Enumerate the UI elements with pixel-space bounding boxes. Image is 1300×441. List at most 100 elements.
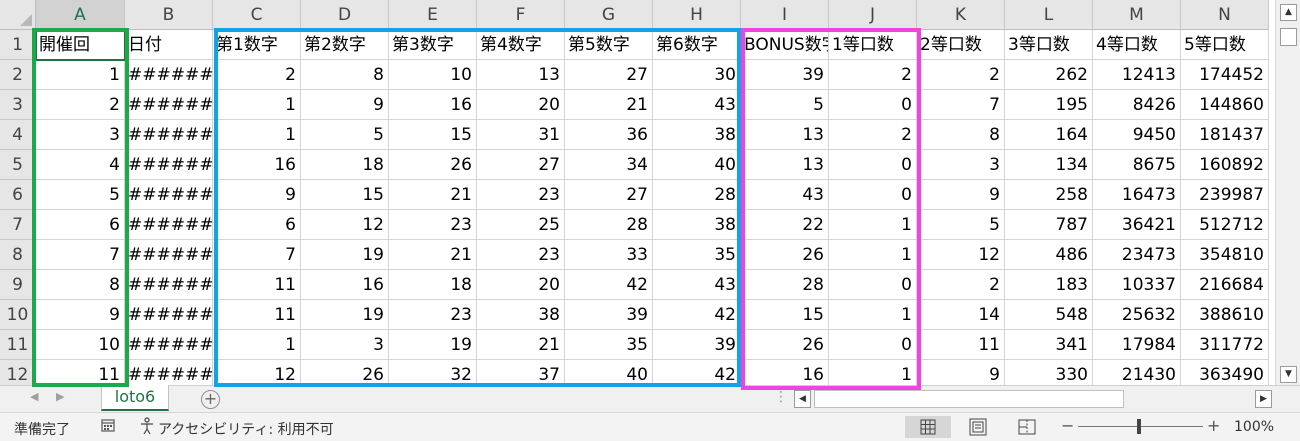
zoom-out-button[interactable]: − [1061,416,1074,435]
data-cell-n[interactable]: 354810 [1181,240,1269,270]
data-cell-m[interactable]: 12413 [1093,60,1181,90]
data-cell-b[interactable]: ######## [125,120,213,150]
column-header-e[interactable]: E [389,0,477,30]
select-all-corner[interactable] [0,0,36,30]
data-cell-j[interactable]: 0 [829,180,917,210]
split-handle-icon[interactable]: ⋮ [774,389,788,405]
data-cell-a[interactable]: 8 [36,270,125,300]
data-cell-e[interactable]: 10 [389,60,477,90]
data-cell-k[interactable]: 5 [917,210,1005,240]
data-cell-i[interactable]: 26 [741,240,829,270]
data-cell-i[interactable]: 16 [741,360,829,385]
zoom-level-text[interactable]: 100% [1234,419,1274,435]
data-cell-c[interactable]: 2 [213,60,301,90]
data-cell-g[interactable]: 33 [565,240,653,270]
data-cell-j[interactable]: 1 [829,240,917,270]
data-cell-k[interactable]: 11 [917,330,1005,360]
vertical-scroll-thumb[interactable] [1280,28,1297,46]
data-cell-m[interactable]: 8426 [1093,90,1181,120]
column-header-m[interactable]: M [1093,0,1181,30]
scroll-up-button[interactable]: ▲ [1280,4,1297,21]
data-cell-e[interactable]: 19 [389,330,477,360]
data-cell-c[interactable]: 9 [213,180,301,210]
data-cell-e[interactable]: 21 [389,180,477,210]
data-cell-m[interactable]: 21430 [1093,360,1181,385]
data-cell-c[interactable]: 11 [213,270,301,300]
scroll-left-button[interactable]: ◀ [794,390,811,408]
data-cell-d[interactable]: 3 [301,330,389,360]
data-cell-f[interactable]: 27 [477,150,565,180]
data-cell-h[interactable]: 35 [653,240,741,270]
data-cell-m[interactable]: 25632 [1093,300,1181,330]
data-cell-f[interactable]: 37 [477,360,565,385]
row-header[interactable]: 1 [0,30,36,60]
row-header[interactable]: 8 [0,240,36,270]
data-cell-a[interactable]: 4 [36,150,125,180]
column-header-n[interactable]: N [1181,0,1269,30]
data-cell-g[interactable]: 28 [565,210,653,240]
data-cell-m[interactable]: 23473 [1093,240,1181,270]
data-cell-h[interactable]: 39 [653,330,741,360]
scroll-right-button[interactable]: ▶ [1255,390,1272,408]
data-cell-i[interactable]: 26 [741,330,829,360]
data-cell-a[interactable]: 5 [36,180,125,210]
data-cell-b[interactable]: ######## [125,330,213,360]
data-cell-l[interactable]: 341 [1005,330,1093,360]
data-cell-h[interactable]: 40 [653,150,741,180]
macro-record-icon[interactable] [101,418,115,432]
data-cell-l[interactable]: 164 [1005,120,1093,150]
data-cell-l[interactable]: 787 [1005,210,1093,240]
row-header[interactable]: 5 [0,150,36,180]
data-cell-d[interactable]: 12 [301,210,389,240]
data-cell-a[interactable]: 7 [36,240,125,270]
header-cell-c[interactable]: 第1数字 [213,30,301,60]
data-cell-k[interactable]: 2 [917,60,1005,90]
column-header-k[interactable]: K [917,0,1005,30]
data-cell-j[interactable]: 1 [829,210,917,240]
data-cell-e[interactable]: 18 [389,270,477,300]
data-cell-c[interactable]: 1 [213,330,301,360]
accessibility-icon[interactable] [139,417,156,435]
column-header-c[interactable]: C [213,0,301,30]
data-cell-k[interactable]: 9 [917,180,1005,210]
data-cell-a[interactable]: 11 [36,360,125,385]
data-cell-j[interactable]: 0 [829,330,917,360]
data-cell-l[interactable]: 486 [1005,240,1093,270]
data-cell-a[interactable]: 3 [36,120,125,150]
data-cell-a[interactable]: 10 [36,330,125,360]
data-cell-c[interactable]: 11 [213,300,301,330]
data-cell-d[interactable]: 8 [301,60,389,90]
row-header[interactable]: 2 [0,60,36,90]
data-cell-l[interactable]: 183 [1005,270,1093,300]
header-cell-j[interactable]: 1等口数 [829,30,917,60]
header-cell-g[interactable]: 第5数字 [565,30,653,60]
data-cell-m[interactable]: 9450 [1093,120,1181,150]
data-cell-f[interactable]: 20 [477,90,565,120]
data-cell-h[interactable]: 38 [653,120,741,150]
data-cell-c[interactable]: 7 [213,240,301,270]
row-header[interactable]: 9 [0,270,36,300]
header-cell-l[interactable]: 3等口数 [1005,30,1093,60]
page-break-view-button[interactable] [1004,416,1050,438]
data-cell-k[interactable]: 2 [917,270,1005,300]
data-cell-i[interactable]: 13 [741,150,829,180]
data-cell-k[interactable]: 12 [917,240,1005,270]
header-cell-f[interactable]: 第4数字 [477,30,565,60]
data-cell-d[interactable]: 19 [301,240,389,270]
row-header[interactable]: 6 [0,180,36,210]
normal-view-button[interactable] [905,416,951,438]
data-cell-n[interactable]: 144860 [1181,90,1269,120]
column-header-b[interactable]: B [125,0,213,30]
data-cell-n[interactable]: 181437 [1181,120,1269,150]
horizontal-scroll-thumb[interactable] [814,390,1124,408]
header-cell-e[interactable]: 第3数字 [389,30,477,60]
data-cell-m[interactable]: 16473 [1093,180,1181,210]
header-cell-d[interactable]: 第2数字 [301,30,389,60]
header-cell-n[interactable]: 5等口数 [1181,30,1269,60]
data-cell-b[interactable]: ######## [125,180,213,210]
data-cell-f[interactable]: 23 [477,180,565,210]
data-cell-c[interactable]: 16 [213,150,301,180]
data-cell-b[interactable]: ######## [125,210,213,240]
data-cell-h[interactable]: 42 [653,360,741,385]
row-header[interactable]: 12 [0,360,36,385]
